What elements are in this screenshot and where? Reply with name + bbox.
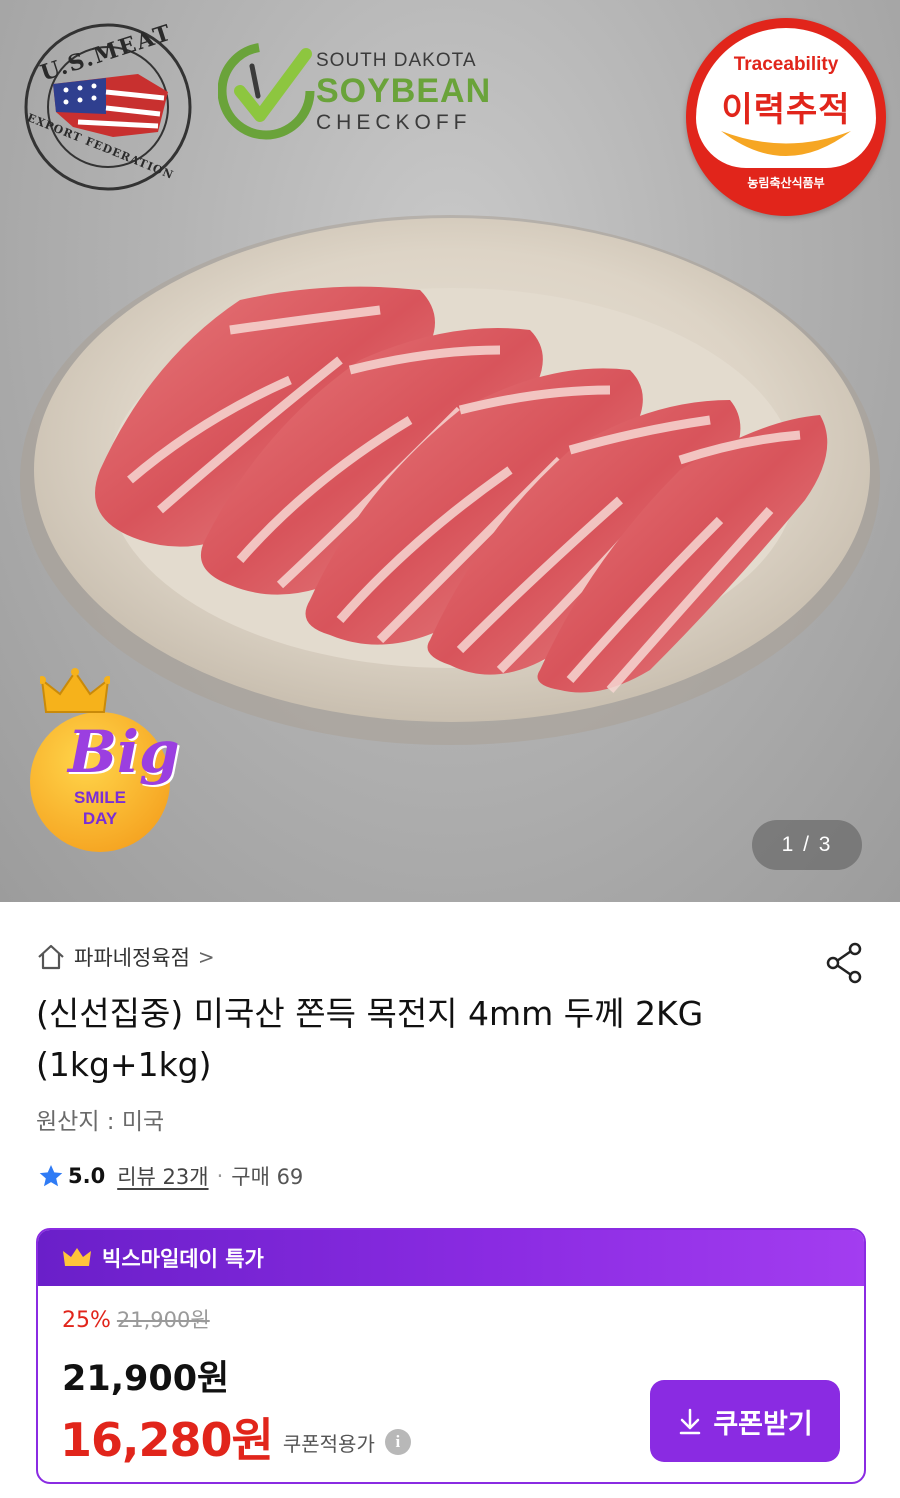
image-page-counter: 1 / 3 [752, 820, 862, 870]
original-price: 21,900원 [116, 1308, 210, 1332]
get-coupon-label: 쿠폰받기 [713, 1408, 813, 1439]
download-icon [680, 1408, 701, 1435]
check-icon [217, 42, 315, 140]
coupon-price-label: 쿠폰적용가 [282, 1431, 375, 1456]
crown-icon [40, 668, 110, 713]
store-name: 파파네정육점 [74, 946, 190, 970]
soybean-checkoff-logo: SOUTH DAKOTA SOYBEAN CHECKOFF [217, 36, 508, 146]
product-image-carousel[interactable]: U.S.MEAT EXPORT FEDERATION SOUTH DAKOTA … [0, 0, 900, 902]
traceability-english: Traceability [733, 54, 839, 75]
reviews-link[interactable]: 리뷰 23개 [117, 1161, 208, 1191]
separator-dot: · [216, 1164, 224, 1188]
soybean-line3: CHECKOFF [316, 111, 472, 134]
product-origin: 원산지 : 미국 [36, 1109, 165, 1135]
smile-swoosh-icon [721, 131, 851, 156]
product-title: (신선집중) 미국산 쫀득 목전지 4mm 두께 2KG (1kg+1kg) [36, 994, 704, 1084]
soybean-line2: SOYBEAN [316, 72, 492, 110]
big-smile-day: DAY [82, 809, 118, 828]
traceability-korean: 이력추적 [721, 90, 851, 130]
usmef-logo: U.S.MEAT EXPORT FEDERATION [18, 19, 198, 192]
chevron-right-icon: > [197, 945, 215, 969]
soybean-line1: SOUTH DAKOTA [316, 50, 477, 71]
traceability-badge: Traceability 이력추적 농림축산식품부 [686, 18, 886, 216]
share-icon [826, 942, 862, 984]
promo-header: 빅스마일데이 특가 [38, 1230, 864, 1286]
big-smile-word: Big [68, 718, 180, 786]
purchase-count: 구매 69 [231, 1165, 304, 1189]
store-link[interactable]: 파파네정육점 > [36, 940, 215, 974]
sale-price: 21,900원 [62, 1359, 230, 1399]
traceability-ministry: 농림축산식품부 [747, 176, 825, 190]
info-icon[interactable]: i [384, 1429, 411, 1455]
rating-score: 5.0 [68, 1164, 106, 1188]
big-smile-smile: SMILE [74, 788, 126, 807]
crown-icon [63, 1248, 91, 1266]
star-icon [39, 1164, 63, 1187]
rating-row: 5.0 리뷰 23개 · 구매 69 [38, 1160, 303, 1192]
discount-row: 25% 21,900원 [62, 1304, 210, 1334]
share-button[interactable] [822, 940, 868, 986]
get-coupon-button[interactable]: 쿠폰받기 [650, 1380, 840, 1462]
home-icon [38, 944, 64, 970]
price-box: 빅스마일데이 특가 25% 21,900원 21,900원 16,280원 쿠폰… [36, 1228, 866, 1484]
discount-rate: 25% [62, 1308, 111, 1333]
promo-header-label: 빅스마일데이 특가 [102, 1247, 264, 1271]
big-smile-day-badge: Big SMILE DAY [30, 668, 210, 858]
coupon-price: 16,280원 [60, 1413, 274, 1467]
coupon-price-row: 16,280원 쿠폰적용가 i [60, 1404, 411, 1470]
